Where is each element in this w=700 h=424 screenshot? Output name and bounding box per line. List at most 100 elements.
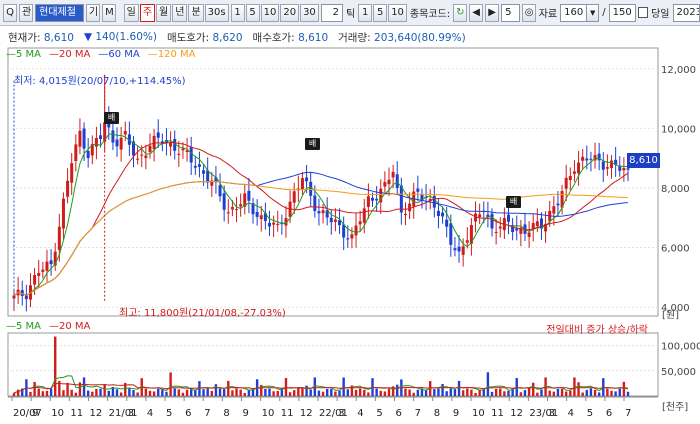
volume-bar — [371, 378, 374, 396]
volume-bar — [457, 380, 461, 396]
candle-body — [387, 179, 391, 185]
volume-bar — [321, 391, 325, 396]
candle-body — [136, 158, 140, 160]
volume-bar — [37, 388, 40, 396]
candle-body — [329, 217, 333, 223]
volume-bar — [243, 392, 246, 396]
volume-bar — [54, 336, 57, 396]
candle-body — [156, 132, 160, 138]
candle-body — [622, 167, 626, 171]
candle-body — [346, 238, 350, 240]
candle-body — [362, 208, 366, 223]
volume-bar — [367, 392, 370, 396]
candle-body — [66, 180, 70, 197]
candle-body — [601, 161, 605, 170]
volume-bar — [95, 388, 98, 396]
candle-body — [37, 272, 41, 276]
volume-bar — [334, 391, 337, 396]
candle-body — [57, 226, 61, 250]
price-chart[interactable]: 12,00010,0008,0006,0004,000100,00050,000… — [0, 0, 700, 424]
volume-bar — [589, 388, 593, 396]
x-tick-label: 11 — [491, 408, 504, 419]
x-tick-label: 7 — [625, 408, 631, 419]
candle-body — [354, 225, 358, 236]
flag-marker[interactable]: 배 — [104, 112, 119, 124]
candle-body — [490, 213, 494, 229]
candle-body — [235, 209, 239, 211]
flag-marker[interactable]: 배 — [305, 138, 320, 150]
volume-bar — [74, 392, 78, 396]
candle-body — [119, 137, 123, 150]
volume-bar — [181, 392, 185, 396]
volume-bar — [540, 389, 543, 396]
volume-bar — [218, 388, 222, 396]
volume-bar — [222, 389, 226, 396]
candle-body — [82, 128, 86, 149]
volume-bar — [136, 392, 139, 396]
volume-bar — [173, 388, 176, 396]
volume-bar — [49, 388, 53, 396]
volume-bar — [618, 388, 621, 396]
volume-bar — [202, 389, 205, 396]
legend-item: —5 MA — [6, 321, 42, 332]
volume-bar — [148, 390, 152, 396]
x-tick-label: 10 — [51, 408, 64, 419]
volume-bar — [556, 388, 560, 396]
x-tick-label: 8 — [434, 408, 440, 419]
candle-body — [358, 221, 362, 225]
x-tick-label: 10 — [262, 408, 275, 419]
candle-body — [449, 223, 453, 245]
volume-bar — [445, 391, 448, 396]
candle-body — [366, 196, 370, 207]
volume-bar — [581, 392, 584, 396]
volume-bar — [564, 391, 568, 396]
volume-bar — [342, 377, 345, 396]
x-tick-label: 4 — [147, 408, 153, 419]
volume-bar — [474, 392, 477, 396]
x-tick-label: 12 — [300, 408, 313, 419]
volume-bar — [231, 390, 234, 396]
volume-bar — [33, 381, 36, 396]
candle-body — [465, 240, 469, 243]
volume-bar — [387, 388, 391, 396]
candle-body — [535, 221, 539, 227]
volume-bar — [585, 389, 588, 396]
volume-bar — [507, 390, 510, 396]
candle-body — [193, 165, 197, 168]
volume-bar — [132, 389, 135, 396]
volume-bar — [490, 391, 494, 396]
volume-bar — [103, 384, 106, 396]
candle-body — [605, 167, 609, 169]
volume-bar — [363, 389, 366, 396]
x-tick-label: 12 — [510, 408, 523, 419]
volume-bar — [82, 377, 86, 396]
volume-bar — [169, 372, 172, 396]
candle-body — [403, 213, 407, 216]
volume-ma20-line — [13, 382, 629, 394]
flag-marker[interactable]: 배 — [506, 196, 521, 208]
candle-body — [342, 224, 346, 238]
candle-body — [478, 214, 482, 218]
volume-bar — [144, 388, 148, 396]
candle-body — [230, 207, 234, 210]
volume-bar — [416, 389, 420, 396]
candle-body — [453, 248, 457, 251]
volume-bar — [412, 392, 415, 396]
volume-legend: —5 MA —20 MA — [6, 321, 90, 332]
candle-body — [86, 150, 90, 159]
volume-bar — [408, 389, 411, 396]
price-plot-frame — [7, 47, 659, 317]
candle-body — [70, 163, 74, 183]
volume-bar — [264, 388, 267, 396]
candle-body — [74, 144, 78, 162]
volume-bar — [41, 391, 45, 396]
volume-bar — [157, 388, 160, 396]
volume-bar — [519, 392, 523, 396]
price-unit: [원] — [662, 310, 680, 321]
volume-bar — [560, 388, 564, 396]
candle-body — [383, 182, 387, 187]
legend-item: —20 MA — [49, 49, 91, 60]
candle-body — [267, 222, 271, 227]
ma20-line — [13, 141, 629, 296]
volume-bar — [206, 388, 209, 396]
